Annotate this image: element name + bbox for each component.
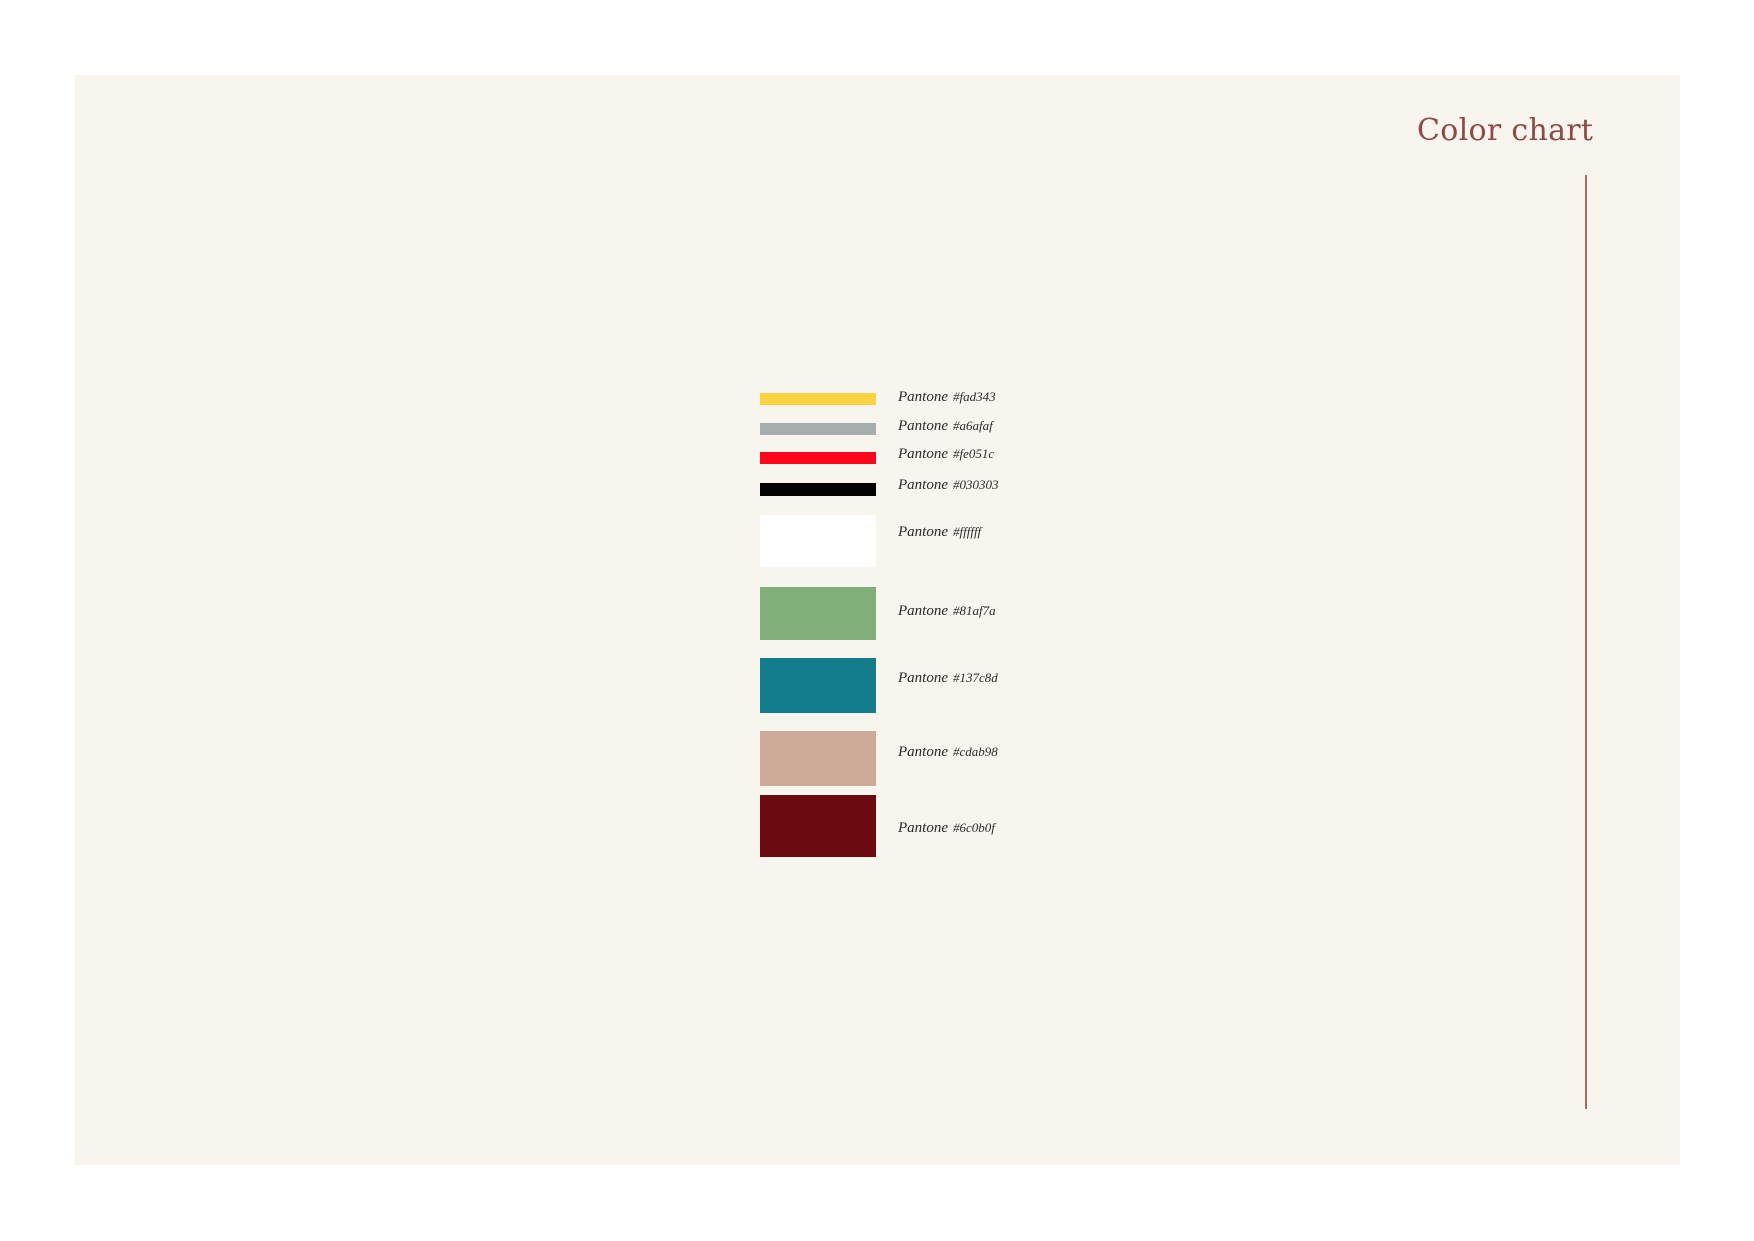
swatch-6 (760, 587, 876, 640)
swatch-label-1: Pantone #fad343 (898, 389, 996, 405)
swatch-1 (760, 393, 876, 405)
swatch-3 (760, 452, 876, 464)
swatch-9 (760, 795, 876, 857)
swatch-label-9: Pantone #6c0b0f (898, 820, 995, 836)
swatch-label-8: Pantone #cdab98 (898, 744, 998, 760)
swatch-label-2: Pantone #a6afaf (898, 418, 993, 434)
swatch-label-7: Pantone #137c8d (898, 670, 998, 686)
page-title: Color chart (1417, 113, 1594, 148)
swatch-label-3: Pantone #fe051c (898, 446, 995, 462)
swatch-label-5: Pantone #ffffff (898, 524, 982, 540)
color-chart-page: Color chart Pantone #fad343 Pantone #a6afa… (75, 75, 1680, 1165)
swatch-8 (760, 731, 876, 786)
vertical-divider (1585, 175, 1587, 1109)
swatch-5 (760, 515, 876, 567)
swatch-label-6: Pantone #81af7a (898, 603, 996, 619)
swatch-2 (760, 423, 876, 435)
swatch-7 (760, 658, 876, 713)
swatch-label-4: Pantone #030303 (898, 477, 999, 493)
swatch-4 (760, 483, 876, 496)
